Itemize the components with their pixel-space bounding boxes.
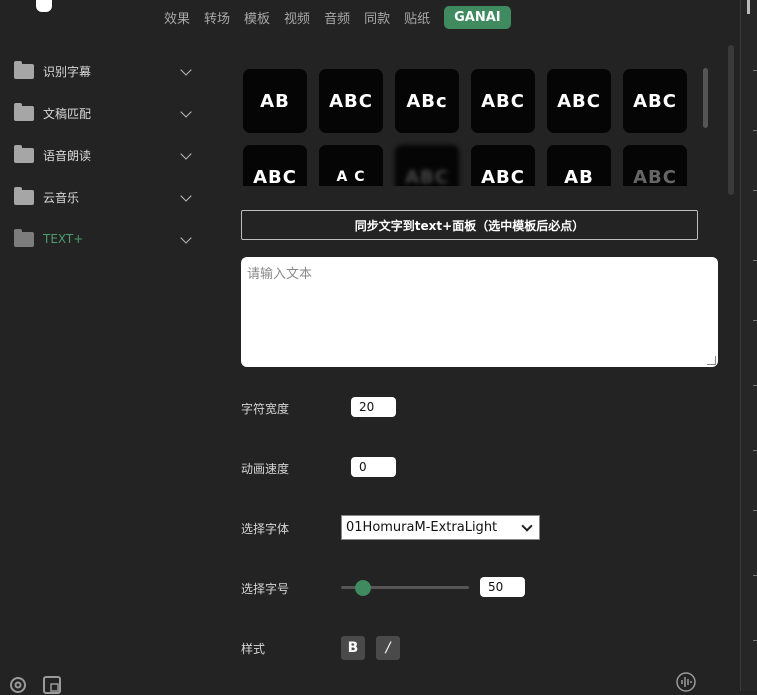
tab-video[interactable]: 视频 [280, 4, 314, 31]
tab-templates[interactable]: 模板 [240, 4, 274, 31]
template-tile[interactable]: ABC [547, 69, 611, 133]
tab-effects[interactable]: 效果 [160, 4, 194, 31]
template-tile[interactable]: ABC [471, 145, 535, 186]
tab-stickers[interactable]: 贴纸 [400, 4, 434, 31]
template-tile[interactable]: ABc [395, 69, 459, 133]
template-grid: AB ABC ABc ABC ABC ABC ABC A C ABC ABC A… [241, 68, 691, 186]
timeline-tick [753, 70, 757, 71]
sidebar-item-label: 识别字幕 [43, 64, 92, 79]
timeline-tick [753, 385, 757, 386]
folder-icon [14, 60, 34, 79]
chevron-down-icon[interactable] [180, 190, 192, 202]
template-scrollbar[interactable] [703, 68, 708, 128]
template-tile[interactable]: AB [547, 145, 611, 186]
text-input[interactable]: 请输入文本 [241, 257, 718, 367]
resize-handle-icon[interactable] [707, 356, 716, 365]
timeline-tick [753, 130, 757, 131]
template-tile[interactable]: ABC [623, 145, 687, 186]
chevron-down-icon [521, 520, 533, 532]
sidebar-item-label: 语音朗读 [43, 148, 92, 163]
playhead-marker [747, 0, 750, 14]
text-input-placeholder: 请输入文本 [247, 267, 313, 282]
italic-button[interactable]: / [376, 636, 400, 660]
tab-same-style[interactable]: 同款 [360, 4, 394, 31]
sidebar-item-text-plus[interactable]: TEXT+ [0, 218, 210, 260]
tab-transitions[interactable]: 转场 [200, 4, 234, 31]
sidebar-item-script-match[interactable]: 文稿匹配 [0, 92, 210, 134]
template-tile[interactable]: ABC [243, 145, 307, 186]
chevron-down-icon[interactable] [180, 64, 192, 76]
font-size-slider-thumb[interactable] [354, 580, 371, 596]
sidebar-item-voice-reading[interactable]: 语音朗读 [0, 134, 210, 176]
font-size-label: 选择字号 [241, 582, 290, 596]
sidebar-item-label: 云音乐 [43, 190, 80, 205]
font-select-value: 01HomuraM-ExtraLight [346, 520, 498, 535]
layout-icon[interactable] [42, 675, 62, 695]
sidebar: 识别字幕 文稿匹配 语音朗读 云音乐 TEXT+ [0, 50, 210, 260]
sync-text-button[interactable]: 同步文字到text+面板（选中模板后必点） [241, 210, 698, 240]
bold-button[interactable]: B [341, 636, 365, 660]
timeline-tick [753, 510, 757, 511]
timeline-strip [740, 0, 757, 691]
folder-icon [14, 186, 34, 205]
settings-icon[interactable] [8, 675, 28, 695]
template-tile[interactable]: ABC [395, 145, 459, 186]
template-tile[interactable]: ABC [623, 69, 687, 133]
timeline-tick [753, 450, 757, 451]
timeline-tick [753, 320, 757, 321]
timeline-tick [753, 575, 757, 576]
font-size-input[interactable]: 50 [480, 577, 525, 597]
audio-wave-icon[interactable] [676, 672, 696, 692]
chevron-down-icon[interactable] [180, 148, 192, 160]
char-width-label: 字符宽度 [241, 402, 290, 416]
tab-ganai[interactable]: GANAI [444, 5, 511, 29]
folder-icon [14, 228, 34, 247]
chevron-down-icon[interactable] [180, 232, 192, 244]
timeline-tick [753, 190, 757, 191]
template-tile[interactable]: ABC [471, 69, 535, 133]
anim-speed-input[interactable]: 0 [351, 457, 396, 477]
chevron-down-icon[interactable] [180, 106, 192, 118]
tab-audio[interactable]: 音频 [320, 4, 354, 31]
timeline-tick [753, 260, 757, 261]
folder-icon [14, 144, 34, 163]
sidebar-item-cloud-music[interactable]: 云音乐 [0, 176, 210, 218]
main-scrollbar[interactable] [728, 45, 734, 195]
folder-icon [14, 102, 34, 121]
template-tile[interactable]: A C [319, 145, 383, 186]
top-tab-bar: 效果 转场 模板 视频 音频 同款 贴纸 GANAI [0, 0, 757, 34]
template-tile[interactable]: AB [243, 69, 307, 133]
char-width-input[interactable]: 20 [351, 397, 396, 417]
font-size-slider[interactable] [341, 580, 469, 596]
timeline-tick [753, 640, 757, 641]
sidebar-item-subtitle-recognition[interactable]: 识别字幕 [0, 50, 210, 92]
sidebar-item-label: TEXT+ [43, 232, 84, 246]
font-select[interactable]: 01HomuraM-ExtraLight [341, 515, 540, 540]
style-label: 样式 [241, 642, 266, 656]
font-select-label: 选择字体 [241, 522, 290, 536]
template-tile[interactable]: ABC [319, 69, 383, 133]
sidebar-item-label: 文稿匹配 [43, 106, 92, 121]
anim-speed-label: 动画速度 [241, 462, 290, 476]
